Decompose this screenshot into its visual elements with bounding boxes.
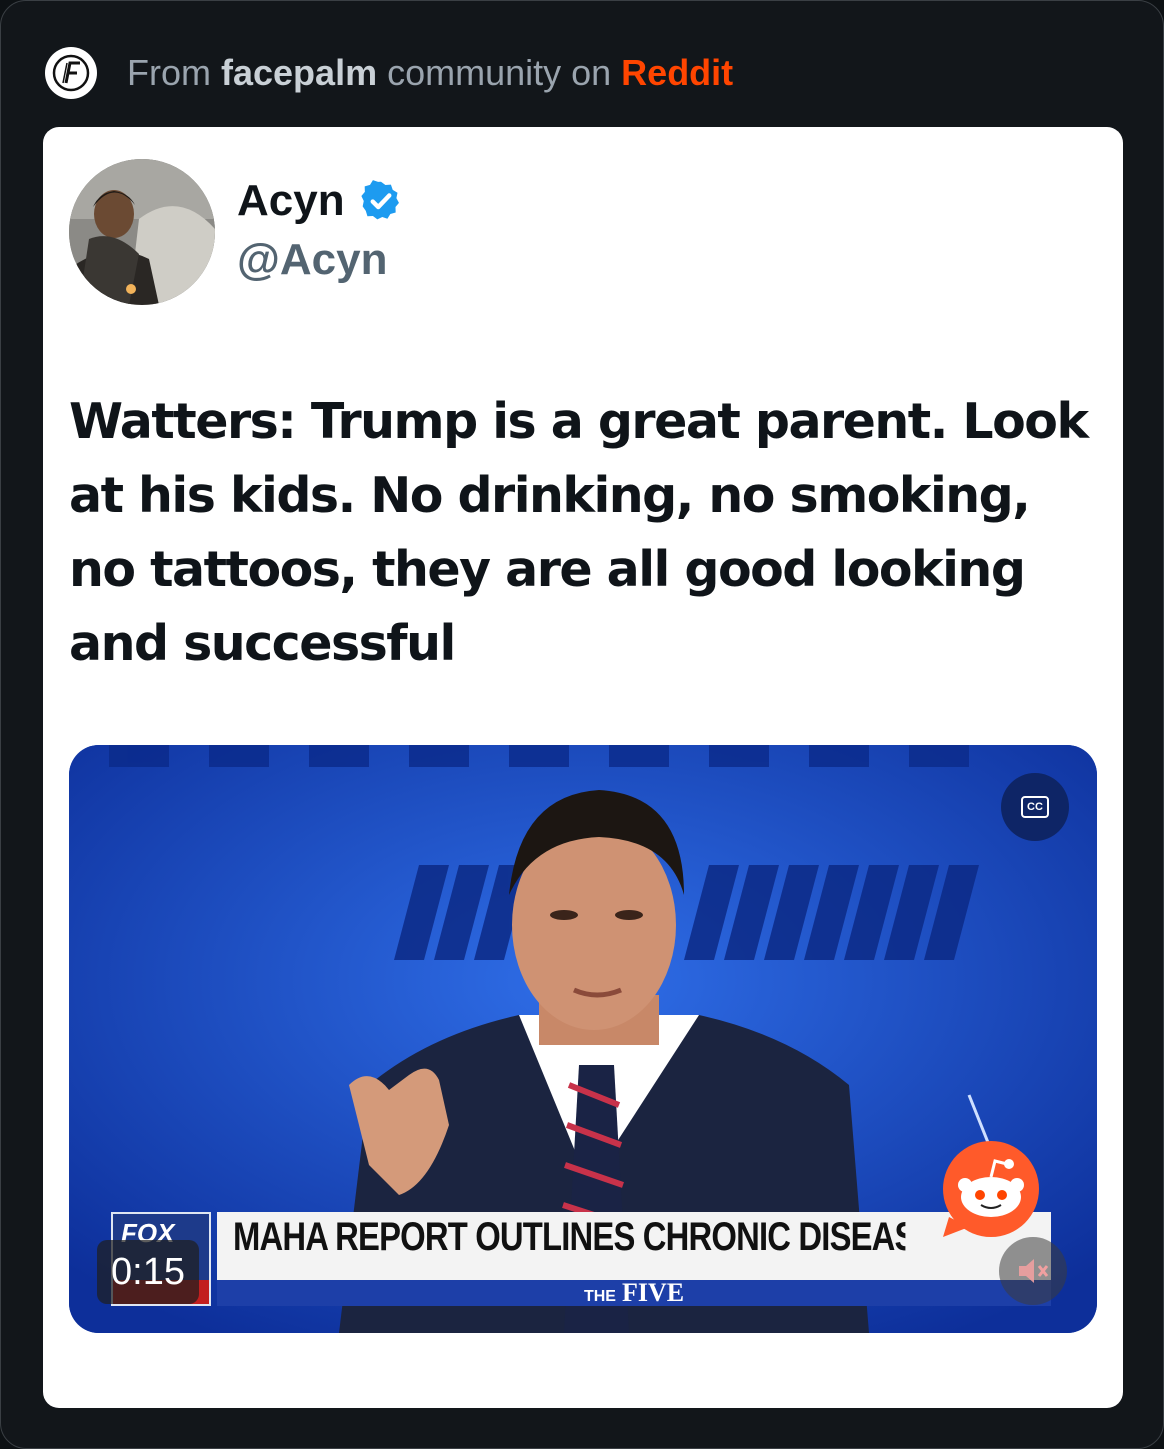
tweet-text: Watters: Trump is a great parent. Look a…: [69, 393, 1089, 672]
reddit-snoo-icon[interactable]: [939, 1137, 1043, 1239]
show-prefix: THE: [583, 1288, 616, 1305]
avatar[interactable]: [69, 159, 215, 305]
reddit-link[interactable]: Reddit: [621, 52, 733, 93]
show-name: FIVE: [621, 1278, 685, 1307]
chyron-text: MAHA REPORT OUTLINES CHRONIC DISEASE CRI…: [233, 1215, 905, 1259]
source-prefix: From: [127, 52, 221, 93]
source-label: From facepalm community on Reddit: [127, 52, 733, 94]
facepalm-logo-icon: [45, 47, 97, 99]
video-player[interactable]: CC FOX MAHA REPORT OUTLINES CHRONIC DISE…: [69, 745, 1097, 1333]
show-bar: THE FIVE: [217, 1280, 1051, 1306]
source-bar: From facepalm community on Reddit: [45, 45, 733, 101]
mute-button[interactable]: [999, 1237, 1067, 1305]
post-frame: From facepalm community on Reddit Acyn @: [0, 0, 1164, 1449]
mute-icon: [1019, 1259, 1049, 1283]
video-timestamp: 0:15: [97, 1240, 199, 1304]
community-link[interactable]: facepalm: [221, 52, 377, 93]
source-middle: community on: [377, 52, 622, 93]
user-handle[interactable]: @Acyn: [237, 235, 388, 285]
display-name-text[interactable]: Acyn: [237, 176, 345, 226]
verified-badge-icon: [360, 180, 399, 220]
cc-icon: CC: [1021, 796, 1049, 818]
display-name[interactable]: Acyn: [237, 171, 403, 231]
cc-button[interactable]: CC: [1001, 773, 1069, 841]
